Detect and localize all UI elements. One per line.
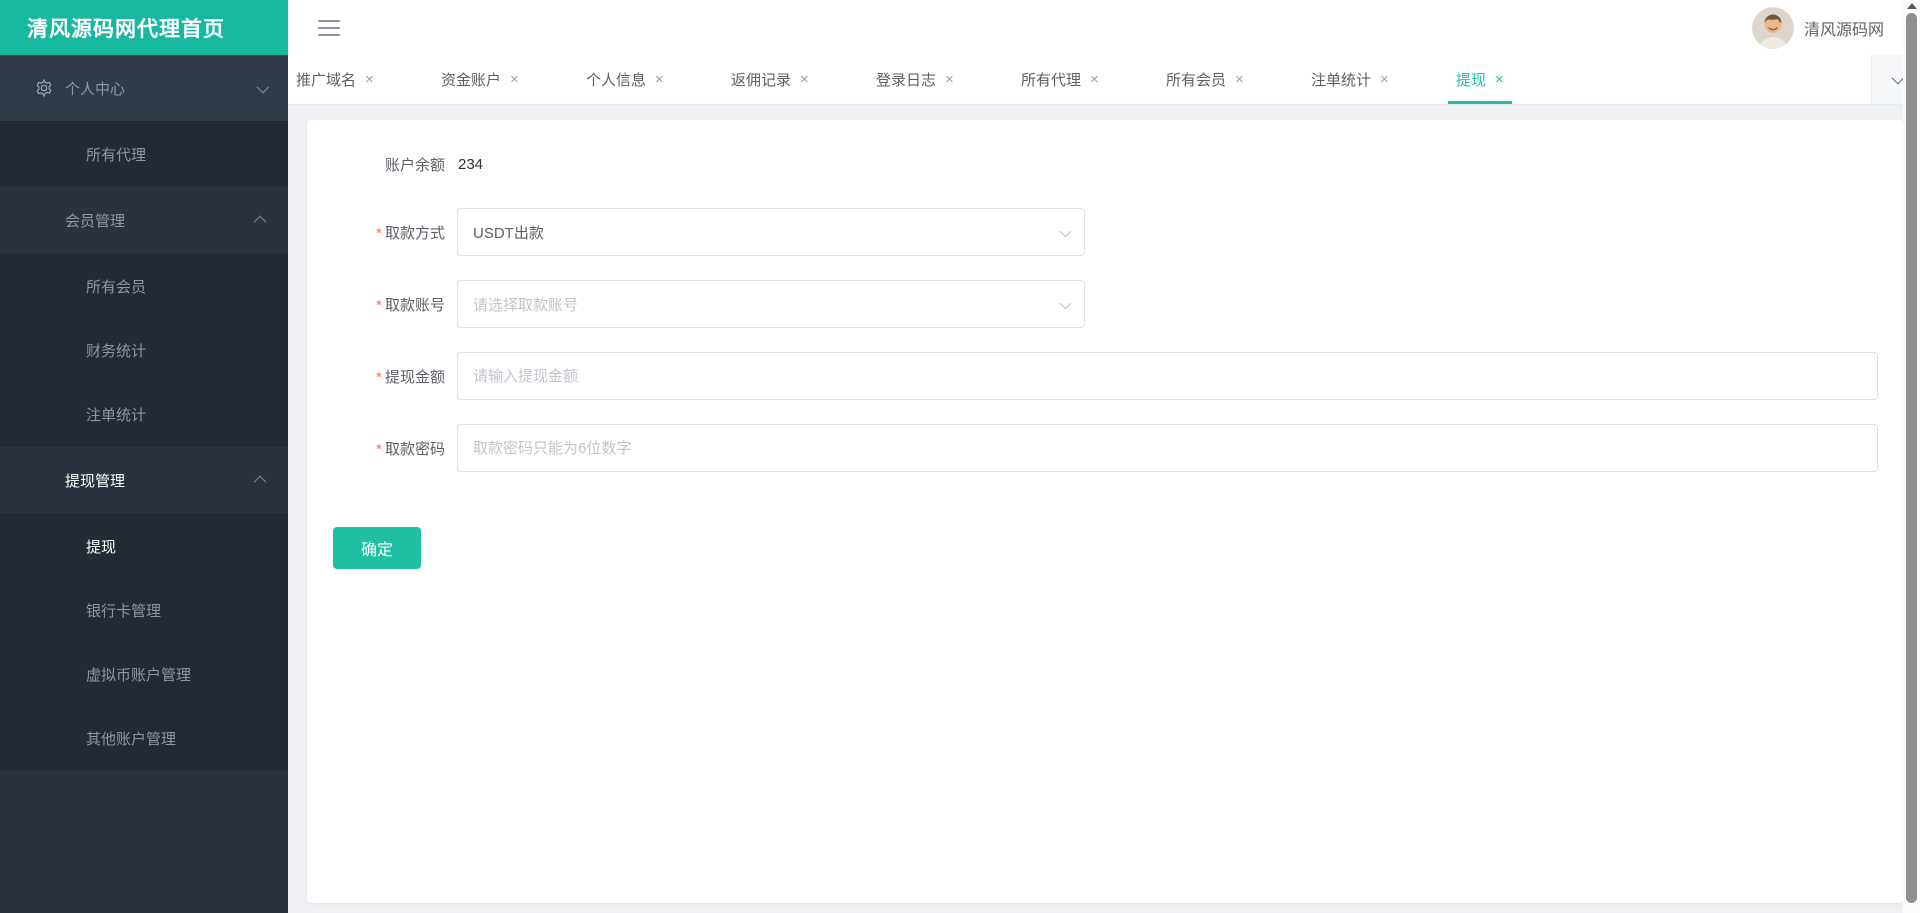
sidebar-item-label: 注单统计 — [86, 406, 147, 424]
close-icon[interactable]: × — [945, 72, 954, 87]
tab-withdraw[interactable]: 提现 × — [1448, 55, 1593, 104]
sidebar-item-label: 所有会员 — [86, 278, 147, 296]
tab-label: 返佣记录 — [731, 72, 792, 89]
account-balance-row: 账户余额 234 — [333, 154, 1878, 175]
sidebar-item-label: 会员管理 — [65, 212, 126, 230]
tab-fund-account[interactable]: 资金账户 × — [433, 55, 578, 104]
sidebar-item-label: 其他账户管理 — [86, 730, 177, 748]
tab-login-logs[interactable]: 登录日志 × — [868, 55, 1013, 104]
close-icon[interactable]: × — [1495, 72, 1504, 87]
required-mark: * — [376, 440, 382, 458]
sidebar-item-bet-stats[interactable]: 注单统计 — [0, 382, 288, 446]
form-row-withdraw-amount: * 提现金额 — [333, 352, 1878, 400]
sidebar-item-finance-stats[interactable]: 财务统计 — [0, 318, 288, 382]
scrollbar-up-arrow[interactable] — [1906, 3, 1917, 9]
chevron-down-icon — [1059, 297, 1072, 310]
withdraw-password-input[interactable] — [457, 424, 1878, 472]
close-icon[interactable]: × — [655, 72, 664, 87]
required-mark: * — [376, 368, 382, 386]
withdraw-account-label: * 取款账号 — [376, 296, 445, 314]
required-mark: * — [376, 224, 382, 242]
tab-rebate-records[interactable]: 返佣记录 × — [723, 55, 868, 104]
sidebar-item-withdraw-management[interactable]: 提现管理 — [0, 447, 288, 513]
sidebar-item-label: 财务统计 — [86, 342, 147, 360]
sidebar-item-label: 个人中心 — [65, 80, 126, 98]
sidebar-item-label: 银行卡管理 — [86, 602, 162, 620]
sidebar-item-label: 所有代理 — [86, 146, 147, 164]
topbar: 清风源码网 — [288, 0, 1920, 55]
app-window: 清风源码网代理首页 个人中心 所有代理 会员管理 所有会员 财务统计 注单统计 … — [0, 0, 1920, 913]
sidebar-item-label: 提现 — [86, 538, 117, 556]
chevron-down-icon — [256, 80, 270, 93]
sidebar-item-withdraw[interactable]: 提现 — [0, 514, 288, 578]
confirm-button[interactable]: 确定 — [333, 527, 421, 569]
sidebar-submenu-member: 所有会员 财务统计 注单统计 — [0, 253, 288, 447]
sidebar-submenu-withdraw: 提现 银行卡管理 虚拟币账户管理 其他账户管理 — [0, 513, 288, 771]
close-icon[interactable]: × — [510, 72, 519, 87]
tab-label: 所有代理 — [1021, 72, 1082, 89]
withdraw-method-value: USDT出款 — [473, 224, 544, 242]
sidebar-item-crypto-account-management[interactable]: 虚拟币账户管理 — [0, 642, 288, 706]
withdraw-method-label: * 取款方式 — [376, 224, 445, 242]
close-icon[interactable]: × — [1380, 72, 1389, 87]
required-mark: * — [376, 296, 382, 314]
close-icon[interactable]: × — [1235, 72, 1244, 87]
tab-label: 提现 — [1456, 72, 1487, 89]
sidebar-item-all-agents[interactable]: 所有代理 — [0, 122, 288, 186]
tab-all-members[interactable]: 所有会员 × — [1158, 55, 1303, 104]
sidebar-item-label: 虚拟币账户管理 — [86, 666, 192, 684]
sidebar-item-all-members[interactable]: 所有会员 — [0, 254, 288, 318]
user-name: 清风源码网 — [1803, 21, 1884, 39]
tab-label: 所有会员 — [1166, 72, 1227, 89]
tab-label: 注单统计 — [1311, 72, 1372, 89]
sidebar-item-personal-center[interactable]: 个人中心 — [0, 55, 288, 121]
withdraw-amount-input[interactable] — [457, 352, 1878, 400]
sidebar-item-member-management[interactable]: 会员管理 — [0, 187, 288, 253]
gear-icon — [36, 78, 52, 98]
chevron-up-icon — [253, 475, 267, 488]
account-balance-label: 账户余额 — [384, 157, 445, 174]
withdraw-password-label: * 取款密码 — [376, 440, 445, 458]
tab-bar: 推广域名 × 资金账户 × 个人信息 × 返佣记录 × 登录日志 × 所有代理 × — [288, 55, 1920, 105]
tab-promo-domain[interactable]: 推广域名 × — [288, 55, 433, 104]
hamburger-menu-icon[interactable] — [318, 19, 340, 36]
sidebar-item-bank-card-management[interactable]: 银行卡管理 — [0, 578, 288, 642]
sidebar-item-label: 提现管理 — [65, 472, 126, 490]
withdraw-method-select[interactable]: USDT出款 — [457, 208, 1085, 256]
tab-label: 个人信息 — [586, 72, 647, 89]
tab-all-agents[interactable]: 所有代理 × — [1013, 55, 1158, 104]
form-row-withdraw-method: * 取款方式 USDT出款 — [333, 208, 1878, 256]
tab-list: 推广域名 × 资金账户 × 个人信息 × 返佣记录 × 登录日志 × 所有代理 × — [288, 55, 1871, 104]
site-logo-title: 清风源码网代理首页 — [0, 0, 288, 55]
main-column: 清风源码网 推广域名 × 资金账户 × 个人信息 × 返佣记录 × 登录日志 × — [288, 0, 1920, 913]
tab-label: 推广域名 — [296, 72, 357, 89]
user-menu[interactable]: 清风源码网 — [1751, 6, 1884, 49]
withdraw-amount-label: * 提现金额 — [376, 368, 445, 386]
content-area: 账户余额 234 * 取款方式 USDT出款 * 取款账号 请选择取款账号 * … — [288, 105, 1920, 913]
tab-label: 资金账户 — [441, 72, 502, 89]
sidebar-item-other-account-management[interactable]: 其他账户管理 — [0, 706, 288, 770]
form-row-withdraw-password: * 取款密码 — [333, 424, 1878, 472]
avatar[interactable] — [1751, 6, 1794, 49]
form-row-withdraw-account: * 取款账号 请选择取款账号 — [333, 280, 1878, 328]
tab-personal-info[interactable]: 个人信息 × — [578, 55, 723, 104]
close-icon[interactable]: × — [365, 72, 374, 87]
chevron-up-icon — [253, 215, 267, 228]
sidebar-menu: 个人中心 所有代理 会员管理 所有会员 财务统计 注单统计 提现管理 提现 银行… — [0, 55, 288, 913]
close-icon[interactable]: × — [800, 72, 809, 87]
scrollbar-thumb[interactable] — [1906, 13, 1917, 903]
tab-label: 登录日志 — [876, 72, 937, 89]
chevron-down-icon — [1059, 225, 1072, 238]
withdraw-account-select[interactable]: 请选择取款账号 — [457, 280, 1085, 328]
sidebar: 清风源码网代理首页 个人中心 所有代理 会员管理 所有会员 财务统计 注单统计 … — [0, 0, 288, 913]
close-icon[interactable]: × — [1090, 72, 1099, 87]
tab-bet-stats[interactable]: 注单统计 × — [1303, 55, 1448, 104]
account-balance-value: 234 — [458, 156, 484, 173]
withdraw-account-placeholder: 请选择取款账号 — [473, 296, 579, 314]
vertical-scrollbar — [1903, 0, 1920, 913]
chevron-down-icon — [1891, 71, 1904, 85]
withdraw-form-card: 账户余额 234 * 取款方式 USDT出款 * 取款账号 请选择取款账号 * … — [307, 120, 1903, 903]
sidebar-submenu-personal: 所有代理 — [0, 121, 288, 187]
